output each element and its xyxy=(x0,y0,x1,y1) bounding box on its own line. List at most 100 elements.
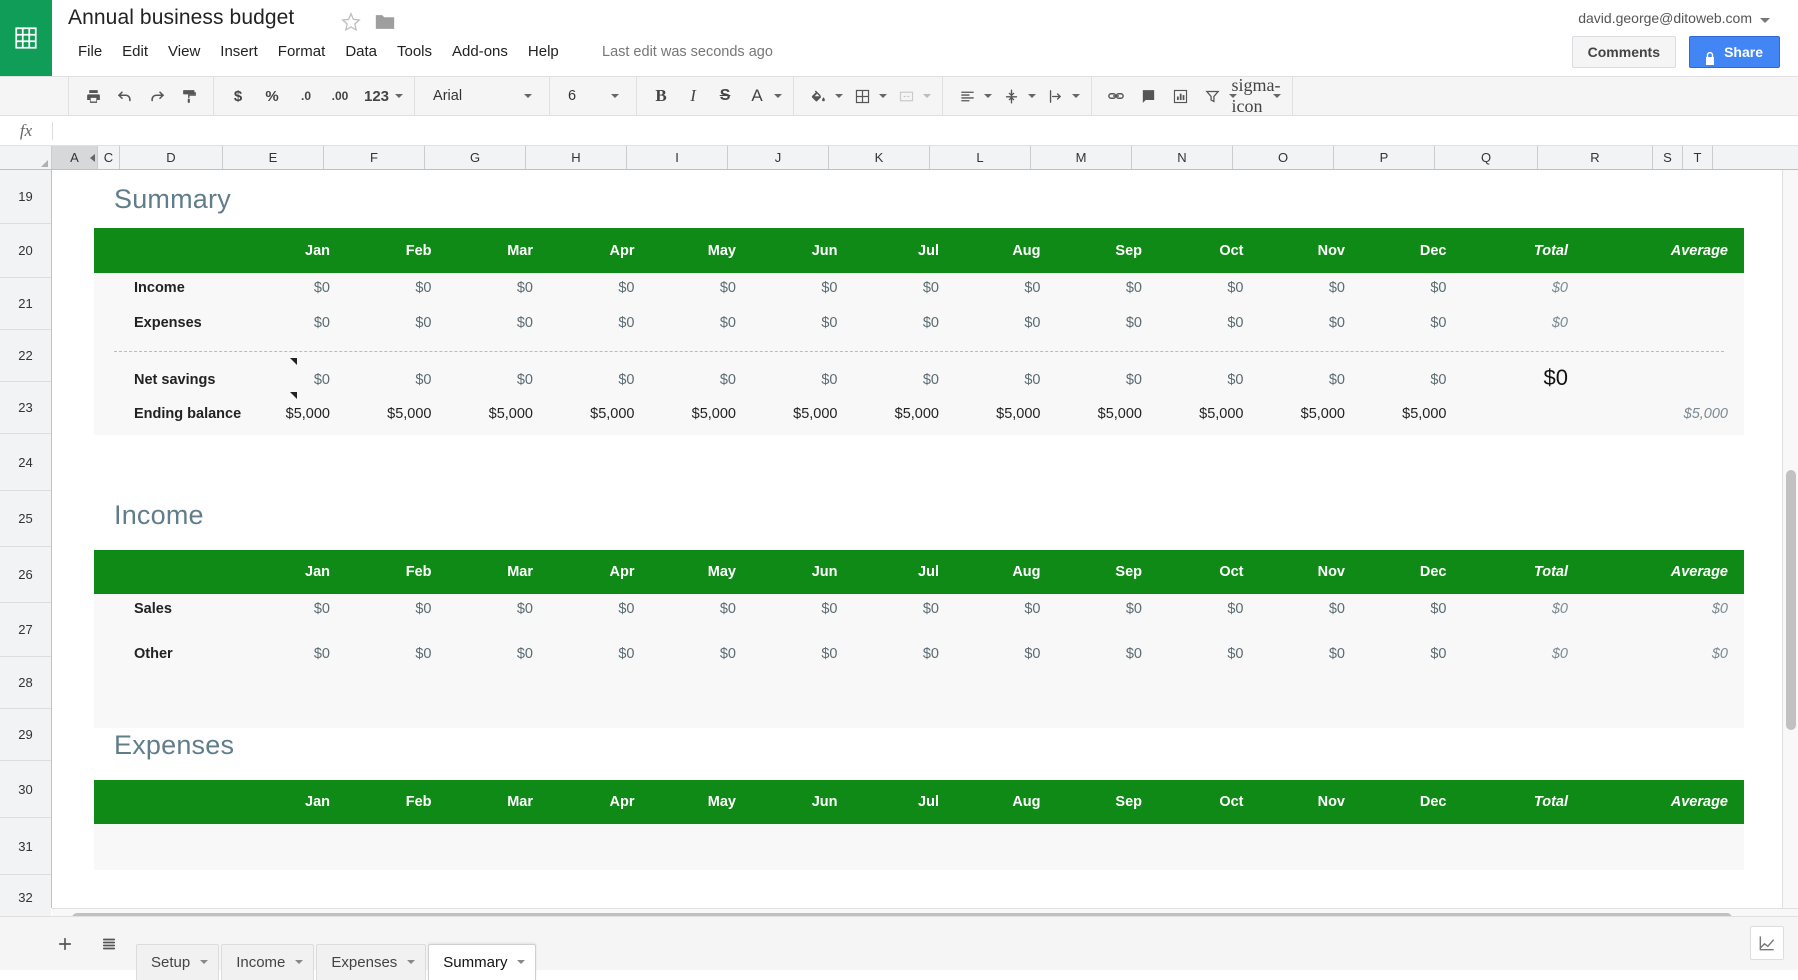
column-header-month-aug[interactable]: Aug xyxy=(955,228,1055,273)
column-header-month-feb[interactable]: Feb xyxy=(346,550,446,594)
cell-net-savings-jul[interactable]: $0 xyxy=(853,365,953,395)
section-title-summary[interactable]: Summary xyxy=(114,184,231,215)
collapse-group-icon[interactable] xyxy=(90,154,95,162)
cell-other-feb[interactable]: $0 xyxy=(346,639,446,669)
cell-other-aug[interactable]: $0 xyxy=(955,639,1055,669)
cell-income-aug[interactable]: $0 xyxy=(955,273,1055,303)
borders-icon[interactable] xyxy=(846,82,878,110)
cell-expenses-sep[interactable]: $0 xyxy=(1056,308,1156,338)
select-all-corner[interactable] xyxy=(0,146,52,169)
column-header-month-jun[interactable]: Jun xyxy=(752,550,852,594)
column-header-month-feb[interactable]: Feb xyxy=(346,228,446,273)
column-header-l[interactable]: L xyxy=(930,146,1031,169)
cell-expenses-may[interactable]: $0 xyxy=(650,308,750,338)
column-header-month-oct[interactable]: Oct xyxy=(1158,780,1258,824)
column-header-month-oct[interactable]: Oct xyxy=(1158,228,1258,273)
column-header-month-jul[interactable]: Jul xyxy=(853,550,953,594)
column-header-month-jul[interactable]: Jul xyxy=(853,228,953,273)
column-header-i[interactable]: I xyxy=(627,146,728,169)
cell-income-nov[interactable]: $0 xyxy=(1259,273,1359,303)
column-header-f[interactable]: F xyxy=(324,146,425,169)
cell-sales-oct[interactable]: $0 xyxy=(1158,594,1258,624)
column-header-month-jul[interactable]: Jul xyxy=(853,780,953,824)
column-header-total[interactable]: Total xyxy=(1462,780,1582,824)
row-header-26[interactable]: 26 xyxy=(0,547,51,603)
cell-sales-jul[interactable]: $0 xyxy=(853,594,953,624)
section-title-expenses[interactable]: Expenses xyxy=(114,730,234,761)
chevron-down-icon[interactable] xyxy=(517,960,525,964)
comments-button[interactable]: Comments xyxy=(1572,36,1676,68)
cell-expenses-aug[interactable]: $0 xyxy=(955,308,1055,338)
cell-ending-balance-jun[interactable]: $5,000 xyxy=(752,399,852,429)
cell-sales-jan[interactable]: $0 xyxy=(244,594,344,624)
font-family-select[interactable]: Arial xyxy=(423,82,541,110)
menu-tools[interactable]: Tools xyxy=(387,40,442,63)
chevron-down-icon[interactable] xyxy=(923,94,931,98)
column-header-month-nov[interactable]: Nov xyxy=(1259,780,1359,824)
cell-other-apr[interactable]: $0 xyxy=(549,639,649,669)
row-header-31[interactable]: 31 xyxy=(0,818,51,875)
menu-add-ons[interactable]: Add-ons xyxy=(442,40,518,63)
vertical-scroll-thumb[interactable] xyxy=(1786,470,1796,730)
chevron-down-icon[interactable] xyxy=(835,94,843,98)
column-header-s[interactable]: S xyxy=(1653,146,1683,169)
cell-net-savings-sep[interactable]: $0 xyxy=(1056,365,1156,395)
cell-ending-balance-jan[interactable]: $5,000 xyxy=(244,399,344,429)
row-header-29[interactable]: 29 xyxy=(0,709,51,761)
column-header-month-nov[interactable]: Nov xyxy=(1259,228,1359,273)
menu-edit[interactable]: Edit xyxy=(112,40,158,63)
filter-icon[interactable] xyxy=(1196,82,1228,110)
chevron-down-icon[interactable] xyxy=(1072,94,1080,98)
column-header-month-sep[interactable]: Sep xyxy=(1056,550,1156,594)
column-header-average[interactable]: Average xyxy=(1622,550,1742,594)
cell-expenses-total[interactable]: $0 xyxy=(1442,308,1582,338)
column-header-g[interactable]: G xyxy=(425,146,526,169)
column-header-month-nov[interactable]: Nov xyxy=(1259,550,1359,594)
sheet-tab-expenses[interactable]: Expenses xyxy=(316,944,426,980)
sheet-tab-setup[interactable]: Setup xyxy=(136,944,219,980)
chevron-down-icon[interactable] xyxy=(1760,18,1770,23)
sheet-tab-summary[interactable]: Summary xyxy=(428,944,536,980)
row-header-23[interactable]: 23 xyxy=(0,382,51,434)
cell-ending-balance-dec[interactable]: $5,000 xyxy=(1361,399,1461,429)
cell-ending-balance-nov[interactable]: $5,000 xyxy=(1259,399,1359,429)
sheet-tab-income[interactable]: Income xyxy=(221,944,314,980)
cell-sales-aug[interactable]: $0 xyxy=(955,594,1055,624)
cell-net-savings-feb[interactable]: $0 xyxy=(346,365,446,395)
column-header-d[interactable]: D xyxy=(120,146,223,169)
column-header-m[interactable]: M xyxy=(1031,146,1132,169)
align-left-icon[interactable] xyxy=(951,82,983,110)
menu-format[interactable]: Format xyxy=(268,40,336,63)
cell-income-jun[interactable]: $0 xyxy=(752,273,852,303)
cell-other-average[interactable]: $0 xyxy=(1602,639,1742,669)
list-icon[interactable] xyxy=(92,927,126,961)
cell-expenses-apr[interactable]: $0 xyxy=(549,308,649,338)
column-header-month-jun[interactable]: Jun xyxy=(752,228,852,273)
merge-cells-icon[interactable] xyxy=(890,82,922,110)
column-header-average[interactable]: Average xyxy=(1622,780,1742,824)
comment-icon[interactable] xyxy=(1132,82,1164,110)
cell-ending-balance-aug[interactable]: $5,000 xyxy=(955,399,1055,429)
cell-other-jun[interactable]: $0 xyxy=(752,639,852,669)
cell-note-indicator[interactable] xyxy=(290,358,297,365)
row-header-32[interactable]: 32 xyxy=(0,875,51,920)
redo-icon[interactable] xyxy=(141,82,173,110)
column-header-total[interactable]: Total xyxy=(1462,550,1582,594)
column-header-month-jun[interactable]: Jun xyxy=(752,780,852,824)
plus-icon[interactable] xyxy=(48,927,82,961)
cell-net-savings-may[interactable]: $0 xyxy=(650,365,750,395)
cell-net-savings-jan[interactable]: $0 xyxy=(244,365,344,395)
cell-other-nov[interactable]: $0 xyxy=(1259,639,1359,669)
cell-income-jan[interactable]: $0 xyxy=(244,273,344,303)
vertical-scrollbar[interactable] xyxy=(1782,170,1798,908)
vertical-align-icon[interactable] xyxy=(995,82,1027,110)
font-size-select[interactable]: 6 xyxy=(558,82,628,110)
column-header-e[interactable]: E xyxy=(223,146,324,169)
column-header-month-mar[interactable]: Mar xyxy=(447,550,547,594)
cell-ending-balance-apr[interactable]: $5,000 xyxy=(549,399,649,429)
column-header-month-mar[interactable]: Mar xyxy=(447,780,547,824)
increase-decimal-button[interactable]: .00 xyxy=(324,82,356,110)
cell-sales-nov[interactable]: $0 xyxy=(1259,594,1359,624)
row-header-19[interactable]: 19 xyxy=(0,170,51,224)
cell-ending-balance-feb[interactable]: $5,000 xyxy=(346,399,446,429)
